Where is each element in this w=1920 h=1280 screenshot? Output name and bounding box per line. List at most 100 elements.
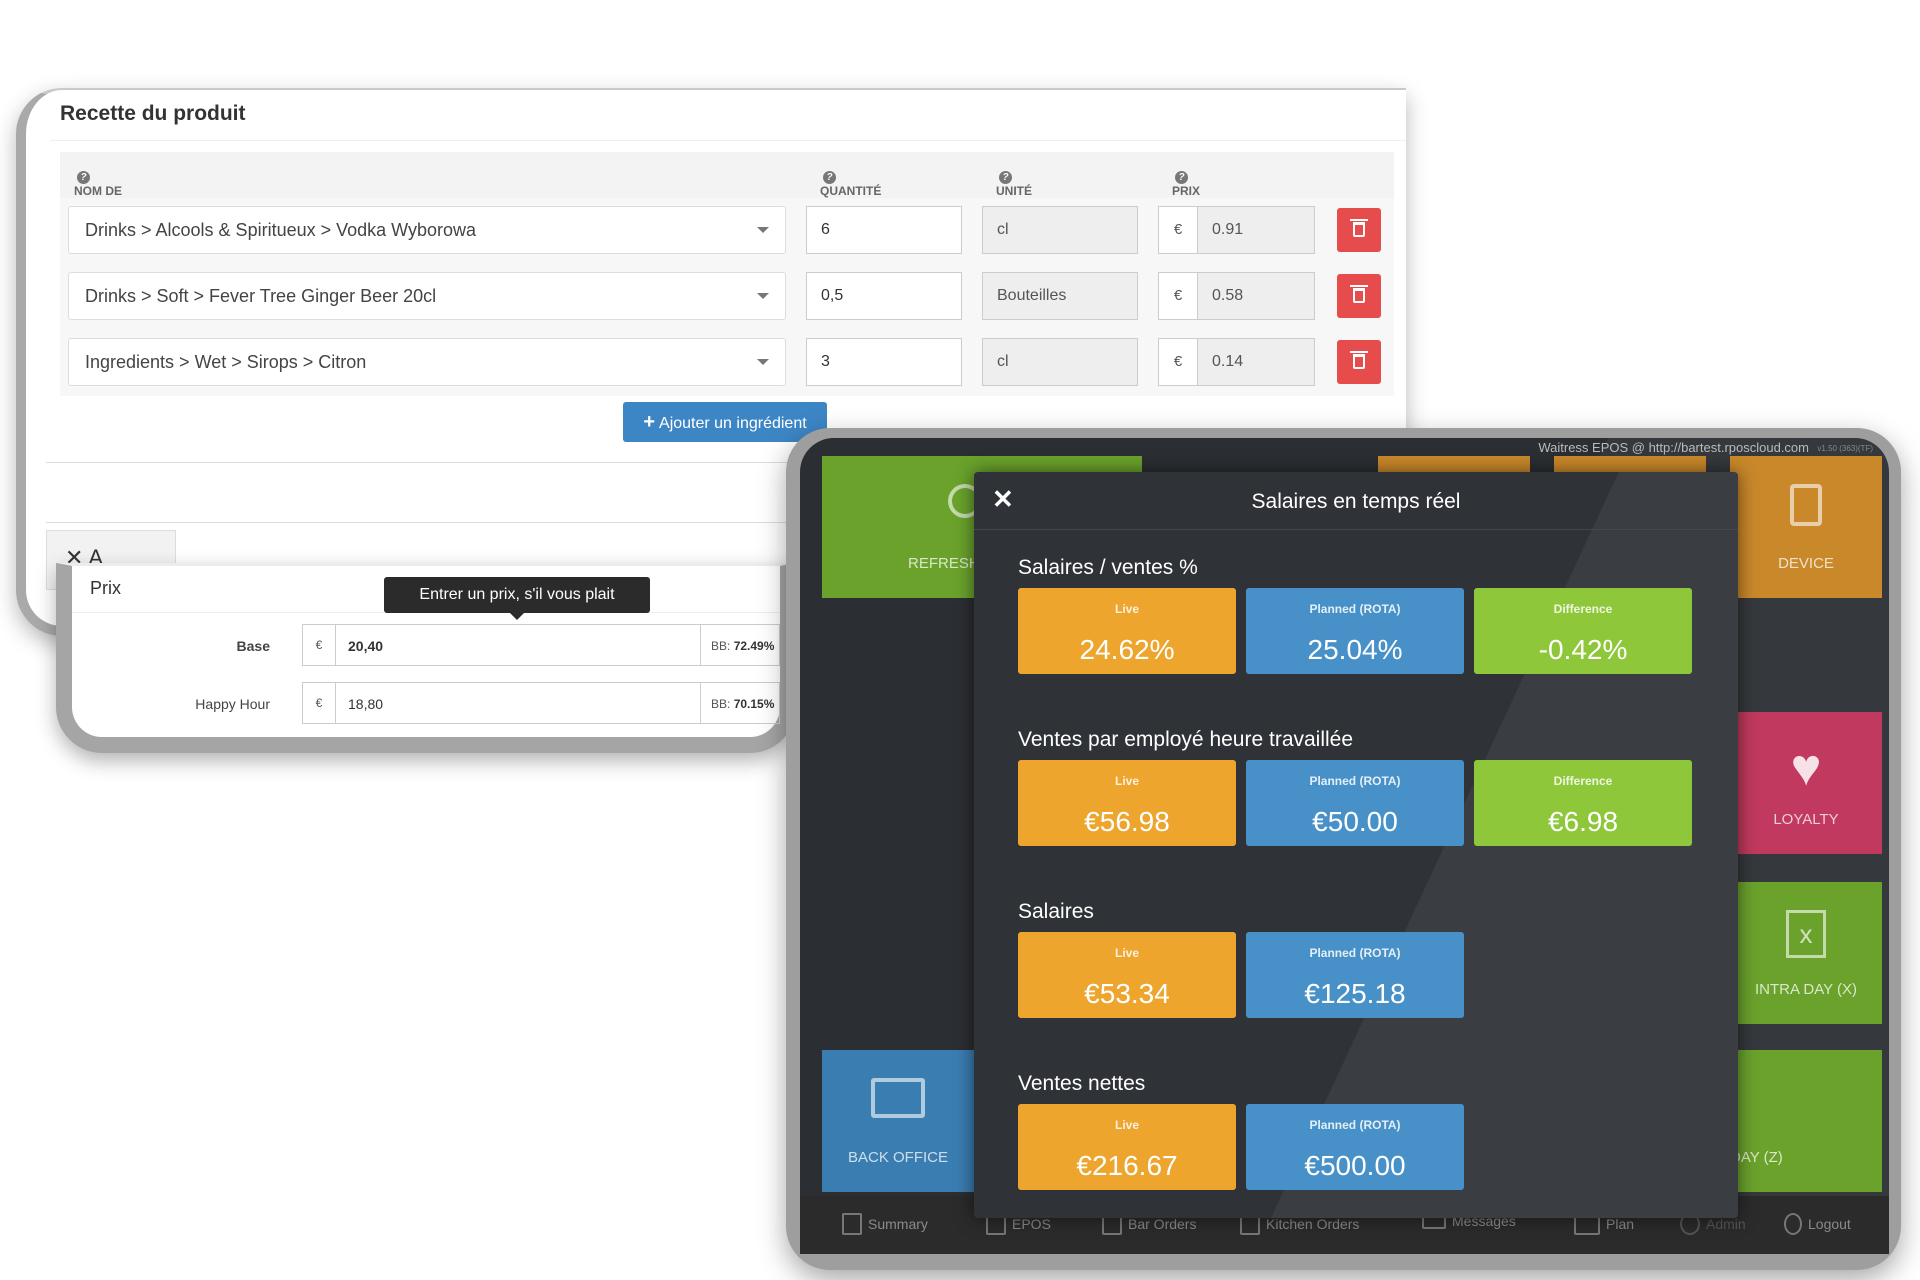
heart-icon: ♥ [1790,739,1822,797]
currency-addon: € [302,624,336,666]
section-title: Ventes par employé heure travaillée [1018,728,1354,751]
intraday-tile[interactable]: x INTRA DAY (X) [1730,882,1882,1024]
stat-value: €500.00 [1304,1150,1406,1181]
stat-label: Difference [1553,602,1613,616]
intraday-label: INTRA DAY (X) [1755,981,1857,998]
section-title: Ventes nettes [1018,1072,1146,1095]
currency-addon: € [302,682,336,724]
nav-label: Kitchen Orders [1266,1216,1360,1232]
section-title: Salaires / ventes % [1018,556,1198,579]
stat-value: 25.04% [1307,634,1403,665]
stat-value: €216.67 [1076,1150,1178,1181]
stat-label: Planned (ROTA) [1309,946,1401,960]
ingredient-select[interactable]: Drinks > Soft > Fever Tree Ginger Beer 2… [68,272,786,320]
stat-value: 24.62% [1079,634,1175,665]
summary-icon [842,1213,862,1235]
back-office-label: BACK OFFICE [847,1149,948,1166]
currency-addon: € [1158,338,1198,386]
stat-card-planned: Planned (ROTA) 25.04% [1246,588,1464,674]
margin-label: BB: [711,697,731,711]
nav-summary[interactable]: Summary [842,1213,928,1235]
tablet-icon [1790,484,1822,526]
stat-card-live: Live €56.98 [1018,760,1236,846]
loyalty-tile[interactable]: ♥ LOYALTY [1730,712,1882,854]
device-tile[interactable]: DEVICE [1730,456,1882,598]
delete-ingredient-button[interactable] [1337,340,1381,384]
add-ingredient-button[interactable]: + Ajouter un ingrédient [623,402,827,442]
unit-field: Bouteilles [982,272,1138,320]
price-row-happy-hour: Happy Hour € 18,80 BB: 70.15% [72,682,780,726]
ingredient-select[interactable]: Drinks > Alcools & Spiritueux > Vodka Wy… [68,206,786,254]
nav-label: Plan [1606,1216,1635,1232]
ingredient-select[interactable]: Ingredients > Wet > Sirops > Citron [68,338,786,386]
real-time-wages-modal: ✕ Salaires en temps réel Salaires / vent… [974,472,1738,1218]
nav-label: Bar Orders [1128,1216,1197,1232]
divider [50,140,1406,141]
nav-logout[interactable]: Logout [1784,1213,1851,1235]
delete-ingredient-button[interactable] [1337,274,1381,318]
quantity-input[interactable]: 3 [806,338,962,386]
help-icon[interactable]: ? [823,171,836,184]
currency-addon: € [1158,206,1198,254]
ingredient-row: Drinks > Alcools & Spiritueux > Vodka Wy… [60,198,1394,264]
recipe-title: Recette du produit [60,102,246,125]
margin-value: 70.15% [733,697,775,711]
happy-hour-price-input[interactable]: 18,80 [335,682,701,724]
trash-icon [1350,219,1368,237]
help-icon[interactable]: ? [1175,171,1188,184]
header-unit: UNITÉ DE MESURE? [996,168,1047,226]
caret-down-icon [757,227,769,233]
margin-addon: BB: 72.49% [700,624,780,666]
margin-label: BB: [711,639,731,653]
stat-value: €56.98 [1084,806,1170,837]
trash-icon [1350,351,1368,369]
plus-icon: + [643,411,656,433]
delete-ingredient-button[interactable] [1337,208,1381,252]
ingredients-table-header: NOM DE L'INGRÉDIENT? QUANTITÉ UTILISÉE? … [60,152,1394,226]
price-row-base: Base € 20,40 BB: 72.49% [72,624,780,668]
ingredient-select-value: Drinks > Alcools & Spiritueux > Vodka Wy… [85,220,477,240]
excel-file-icon: x [1786,910,1826,958]
add-ingredient-label: Ajouter un ingrédient [659,415,807,432]
stat-card-live: Live €53.34 [1018,932,1236,1018]
help-icon[interactable]: ? [999,171,1012,184]
help-icon[interactable]: ? [77,171,90,184]
price-label: Base [236,638,270,654]
margin-value: 72.49% [733,639,775,653]
quantity-input[interactable]: 6 [806,206,962,254]
stat-value: €53.34 [1084,978,1170,1009]
section-title: Salaires [1018,900,1094,923]
header-quantity: QUANTITÉ UTILISÉE? [820,168,881,212]
caret-down-icon [757,293,769,299]
price-label: Happy Hour [195,696,270,712]
stat-value: €50.00 [1312,806,1398,837]
ingredient-row: Drinks > Soft > Fever Tree Ginger Beer 2… [60,264,1394,330]
logout-icon [1784,1213,1802,1235]
end-day-tile[interactable]: DAY (Z) [1730,1050,1882,1192]
stat-label: Live [1114,602,1139,616]
loyalty-label: LOYALTY [1773,811,1839,828]
margin-addon: BB: 70.15% [700,682,780,724]
stat-card-live: Live €216.67 [1018,1104,1236,1190]
stat-card-difference: Difference -0.42% [1474,588,1692,674]
quantity-input[interactable]: 0,5 [806,272,962,320]
modal-title: Salaires en temps réel [1251,490,1461,513]
monitor-icon [871,1078,925,1118]
device-label: DEVICE [1778,555,1834,572]
base-price-input[interactable]: 20,40 [335,624,701,666]
back-office-tile[interactable]: BACK OFFICE [822,1050,974,1192]
stat-card-planned: Planned (ROTA) €125.18 [1246,932,1464,1018]
stat-value: €6.98 [1547,806,1619,837]
stat-label: Difference [1553,774,1613,788]
nav-label: Summary [868,1216,928,1232]
purchase-price-field: 0.58 [1197,272,1315,320]
caret-down-icon [757,359,769,365]
stat-label: Live [1114,774,1139,788]
header-price: PRIX D'ACHAT? [1172,168,1225,212]
stat-label: Live [1114,946,1139,960]
currency-addon: € [1158,272,1198,320]
stat-label: Planned (ROTA) [1309,602,1401,616]
purchase-price-field: 0.91 [1197,206,1315,254]
app-version: v1.50 (363)(TF) [1817,444,1873,453]
ingredient-select-value: Ingredients > Wet > Sirops > Citron [85,352,367,372]
